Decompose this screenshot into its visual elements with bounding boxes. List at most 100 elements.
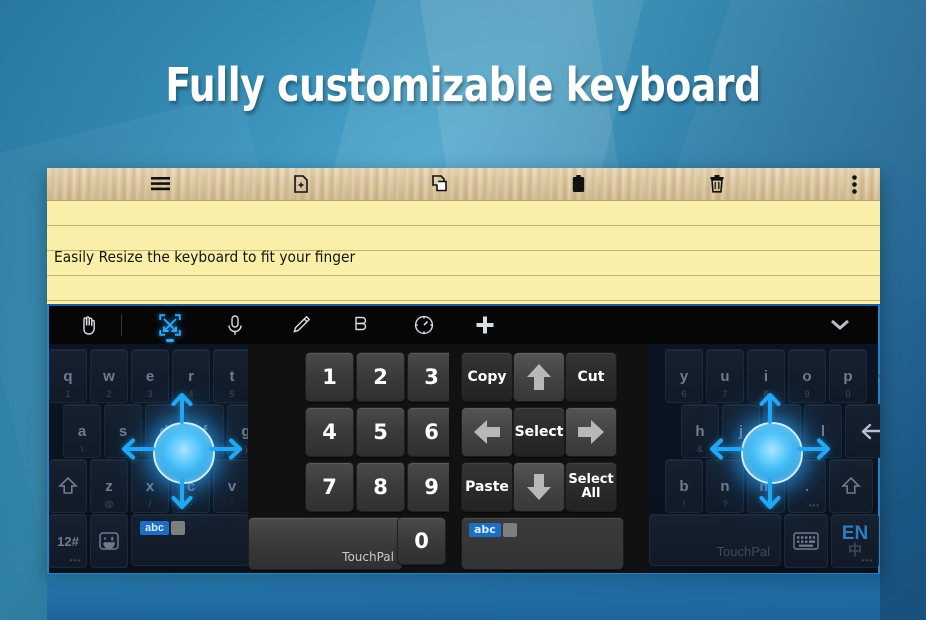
hand-pointer-icon[interactable] (63, 306, 112, 344)
key-i[interactable]: i8 (747, 349, 785, 403)
key-e[interactable]: e3 (131, 349, 169, 403)
clock-icon[interactable] (399, 306, 448, 344)
num-key-7[interactable]: 7 (305, 462, 354, 512)
key-r[interactable]: r4 (172, 349, 210, 403)
shift-key[interactable] (49, 459, 87, 513)
key-m[interactable]: m, (747, 459, 785, 513)
key-label: l (820, 422, 826, 440)
key-p[interactable]: p0 (829, 349, 867, 403)
key-d[interactable]: d( (145, 404, 183, 458)
shift-up-icon (841, 476, 861, 494)
chevron-down-icon[interactable] (830, 306, 850, 344)
key-b[interactable]: b! (665, 459, 703, 513)
clipboard-icon[interactable] (572, 168, 585, 200)
key-v[interactable]: v ' (213, 459, 251, 513)
key-l[interactable]: l " (804, 404, 842, 458)
key-h[interactable]: h & (681, 404, 719, 458)
copy-button[interactable]: Copy (461, 352, 513, 402)
abc-label: abc (469, 523, 501, 537)
note-text: Easily Resize the keyboard to fit your f… (54, 248, 356, 266)
resize-icon[interactable] (145, 306, 194, 344)
key-f[interactable]: f: (186, 404, 224, 458)
notepad-toolbar (47, 168, 880, 201)
key-label: e (145, 367, 155, 385)
reflection-fade (47, 574, 880, 620)
microphone-icon[interactable] (210, 306, 259, 344)
backspace-key[interactable] (870, 349, 880, 403)
key-period[interactable]: . ••• (788, 459, 826, 513)
new-note-icon[interactable] (294, 168, 308, 200)
key-t[interactable]: t5 (213, 349, 251, 403)
plus-icon[interactable] (460, 306, 509, 344)
hamburger-menu-icon[interactable] (151, 168, 170, 200)
edit-panel: Copy Cut Select Paste Select All abc (449, 344, 649, 573)
key-label: r (188, 367, 194, 385)
key-a[interactable]: a \ (63, 404, 101, 458)
num-key-0[interactable]: 0 (397, 517, 446, 565)
key-z[interactable]: z @ (90, 459, 128, 513)
overflow-menu-icon[interactable] (852, 168, 857, 200)
key-label: i (763, 367, 769, 385)
key-y[interactable]: y6 (665, 349, 703, 403)
num-key-5[interactable]: 5 (356, 407, 405, 457)
button-label: Copy (467, 368, 507, 385)
trash-icon[interactable] (710, 168, 724, 200)
enter-key[interactable] (845, 404, 880, 458)
key-sublabel: 1 (65, 389, 71, 399)
emoji-key[interactable] (90, 514, 128, 568)
duplicate-note-icon[interactable] (432, 168, 450, 200)
key-o[interactable]: o9 (788, 349, 826, 403)
key-c[interactable]: c- (172, 459, 210, 513)
key-j[interactable]: j # (722, 404, 760, 458)
shift-up-icon (58, 476, 78, 494)
num-space-key[interactable]: TouchPal (248, 517, 403, 570)
key-sublabel: 7 (722, 389, 728, 399)
cursor-down-button[interactable] (513, 462, 565, 512)
space-label: TouchPal (716, 544, 770, 559)
gesture-icon[interactable] (337, 306, 386, 344)
cut-button[interactable]: Cut (565, 352, 617, 402)
arrow-down-icon (527, 474, 551, 500)
select-all-button[interactable]: Select All (565, 462, 617, 512)
key-s[interactable]: s- (104, 404, 142, 458)
key-sublabel: " (821, 444, 825, 454)
language-key[interactable]: EN 中 ••• (831, 514, 879, 568)
key-x[interactable]: x / (131, 459, 169, 513)
key-label: 2 (373, 365, 388, 389)
key-k[interactable]: k? (763, 404, 801, 458)
key-label: a (77, 422, 87, 440)
enter-icon (861, 423, 880, 440)
note-editor[interactable]: Easily Resize the keyboard to fit your f… (47, 201, 880, 304)
key-sublabel: / (148, 499, 152, 509)
num-key-1[interactable]: 1 (305, 352, 354, 402)
key-q[interactable]: q1 (49, 349, 87, 403)
num-key-2[interactable]: 2 (356, 352, 405, 402)
cursor-left-button[interactable] (461, 407, 513, 457)
space-key-right[interactable]: TouchPal (649, 514, 781, 566)
key-w[interactable]: w2 (90, 349, 128, 403)
button-label: Cut (577, 368, 605, 385)
key-label: u (720, 367, 730, 385)
num-key-4[interactable]: 4 (305, 407, 354, 457)
key-label: h (695, 422, 705, 440)
lang-secondary-label: 中 (848, 541, 862, 558)
key-label: c (186, 477, 196, 495)
suggestion-bar[interactable]: abc (461, 517, 624, 570)
symbols-key[interactable]: 12# ••• (49, 514, 87, 568)
key-n[interactable]: n? (706, 459, 744, 513)
key-u[interactable]: u7 (706, 349, 744, 403)
shift-key-right[interactable] (829, 459, 873, 513)
space-key[interactable]: abc (131, 514, 249, 566)
key-sublabel: ! (682, 499, 686, 509)
key-sublabel: 5 (229, 389, 235, 399)
pen-icon[interactable] (276, 306, 325, 344)
select-button[interactable]: Select (513, 407, 565, 457)
cursor-right-button[interactable] (565, 407, 617, 457)
paste-button[interactable]: Paste (461, 462, 513, 512)
cursor-up-button[interactable] (513, 352, 565, 402)
keyboard-switch-key[interactable] (784, 514, 828, 568)
num-key-8[interactable]: 8 (356, 462, 405, 512)
suggestion-abc-tag: abc (469, 523, 517, 537)
numeric-panel: 1 2 3 4 5 6 7 8 9 TouchPal 0 (248, 344, 456, 573)
key-sublabel: , (764, 499, 768, 509)
